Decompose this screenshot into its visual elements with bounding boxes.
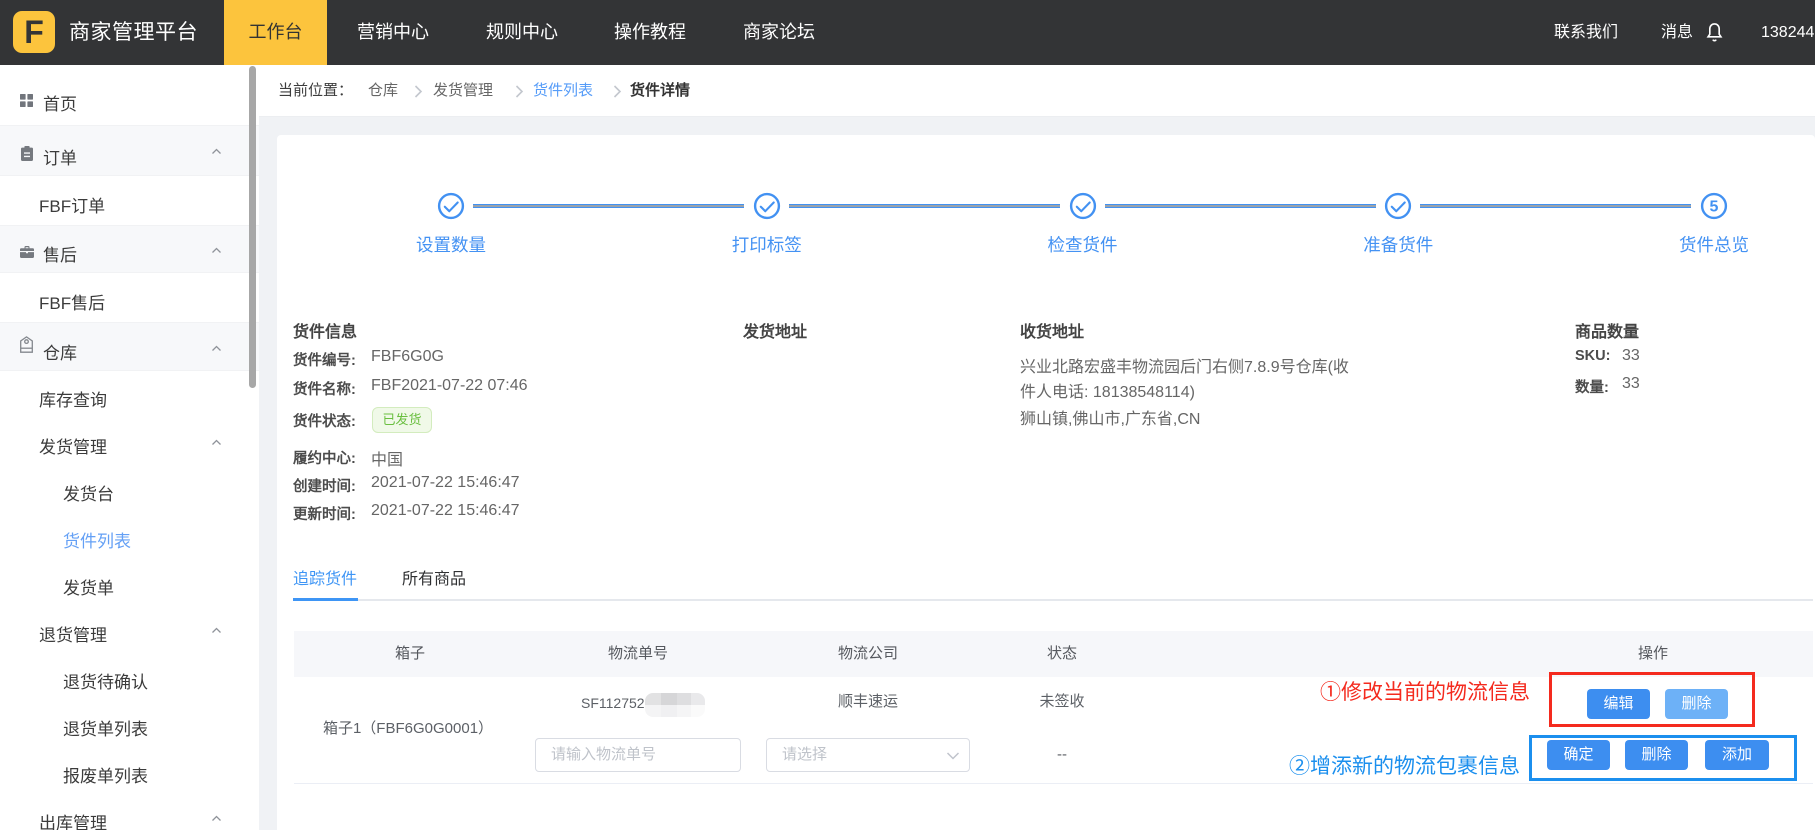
svg-text:5: 5 <box>1710 199 1719 216</box>
